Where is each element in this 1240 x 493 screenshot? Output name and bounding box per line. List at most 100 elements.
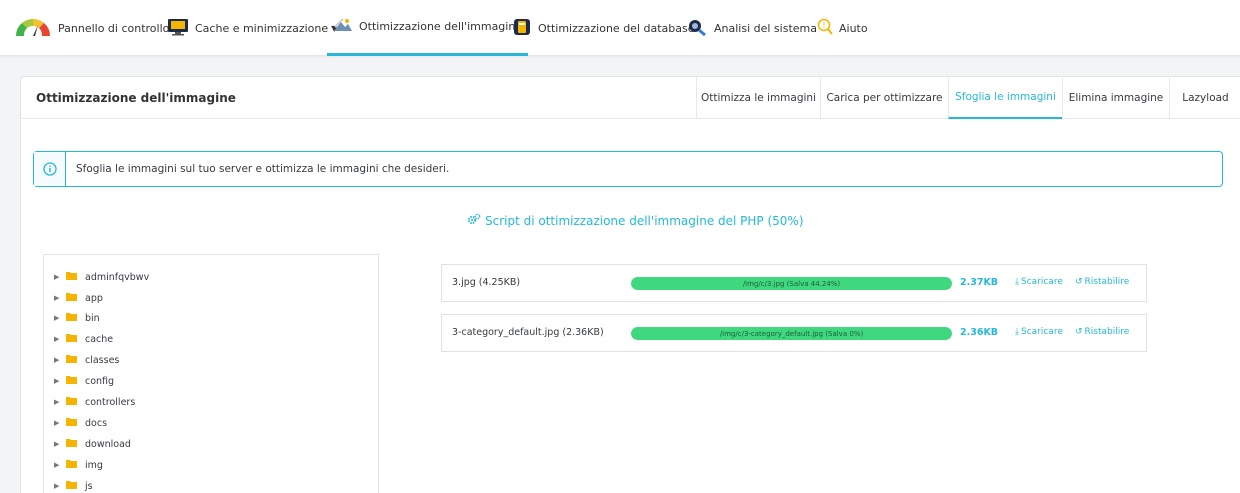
gears-icon — [467, 213, 481, 228]
caret-right-icon: ▶ — [54, 335, 60, 343]
folder-icon — [66, 396, 77, 408]
folder-label: js — [85, 480, 93, 492]
progress-text: /img/c/3-category_default.jpg (Salva 0%) — [719, 329, 864, 338]
folder-item[interactable]: ▶ controllers — [54, 395, 135, 409]
restore-button[interactable]: ↺ Ristabilire — [1075, 277, 1129, 287]
folder-label: config — [85, 375, 115, 387]
caret-right-icon: ▶ — [54, 482, 60, 490]
nav-label: Analisi del sistema — [714, 21, 817, 35]
download-button[interactable]: ⤓ Scaricare — [1015, 277, 1063, 287]
folder-item[interactable]: ▶ config — [54, 374, 114, 388]
tab-lazyload[interactable]: Lazyload — [1169, 77, 1240, 119]
progress-text: /img/c/3.jpg (Salva 44.24%) — [742, 279, 841, 288]
gauge-icon — [14, 17, 52, 40]
tab-optimize-images[interactable]: Ottimizza le immagini — [696, 77, 820, 119]
download-button[interactable]: ⤓ Scaricare — [1015, 327, 1063, 337]
download-icon: ⤓ — [1015, 277, 1019, 287]
folder-item[interactable]: ▶ img — [54, 458, 103, 472]
folder-icon — [66, 271, 77, 283]
download-icon: ⤓ — [1015, 327, 1019, 337]
php-script-link[interactable]: Script di ottimizzazione dell'immagine d… — [467, 213, 804, 228]
page-title: Ottimizzazione dell'immagine — [36, 91, 236, 105]
folder-item[interactable]: ▶ app — [54, 291, 103, 305]
caret-right-icon: ▶ — [54, 356, 60, 364]
folder-label: bin — [85, 312, 100, 324]
image-name: 3-category_default.jpg (2.36KB) — [452, 327, 604, 338]
optimized-size: 2.36KB — [960, 327, 999, 338]
main-panel: Ottimizzazione dell'immagine Ottimizza l… — [20, 76, 1240, 493]
folder-label: adminfqvbwv — [85, 271, 150, 283]
restore-label: Ristabilire — [1084, 277, 1130, 287]
nav-item-dashboard[interactable]: Pannello di controllo — [14, 0, 169, 56]
folder-label: download — [85, 438, 131, 450]
top-navigation: Pannello di controllo Cache e minimizzaz… — [0, 0, 1240, 56]
folder-icon — [66, 292, 77, 304]
folder-label: cache — [85, 333, 114, 345]
tab-upload-to-optimize[interactable]: Carica per ottimizzare — [820, 77, 948, 119]
nav-label: Cache e minimizzazione — [195, 21, 329, 35]
info-icon — [34, 152, 66, 186]
database-icon — [512, 17, 532, 40]
caret-right-icon: ▶ — [54, 294, 60, 302]
undo-icon: ↺ — [1075, 327, 1083, 337]
nav-label: Aiuto — [839, 21, 868, 35]
optimization-progress-bar: /img/c/3-category_default.jpg (Salva 0%) — [631, 327, 952, 340]
optimization-progress-bar: /img/c/3.jpg (Salva 44.24%) — [631, 277, 952, 290]
progress-fill: /img/c/3-category_default.jpg (Salva 0%) — [631, 327, 952, 340]
folder-item[interactable]: ▶ adminfqvbwv — [54, 270, 149, 284]
caret-right-icon: ▶ — [54, 419, 60, 427]
restore-label: Ristabilire — [1084, 327, 1130, 337]
folder-icon — [66, 417, 77, 429]
folder-label: controllers — [85, 396, 136, 408]
folder-item[interactable]: ▶ js — [54, 479, 93, 493]
folder-icon — [66, 480, 77, 492]
optimized-size: 2.37KB — [960, 277, 999, 288]
caret-right-icon: ▶ — [54, 440, 60, 448]
folder-icon — [66, 312, 77, 324]
folder-icon — [66, 459, 77, 471]
nav-label: Ottimizzazione dell'immagine — [359, 20, 523, 33]
nav-item-help[interactable]: ! Aiuto — [817, 0, 868, 56]
folder-icon — [66, 333, 77, 345]
caret-right-icon: ▶ — [54, 273, 60, 281]
folder-item[interactable]: ▶ download — [54, 437, 131, 451]
nav-item-system-analysis[interactable]: Analisi del sistema — [686, 0, 817, 56]
folder-icon — [66, 354, 77, 366]
folder-label: classes — [85, 354, 120, 366]
php-script-link-label: Script di ottimizzazione dell'immagine d… — [485, 213, 804, 228]
nav-item-image-optimization[interactable]: Ottimizzazione dell'immagine — [327, 0, 529, 56]
caret-right-icon: ▶ — [54, 398, 60, 406]
folder-label: docs — [85, 417, 108, 429]
folder-item[interactable]: ▶ classes — [54, 353, 119, 367]
folder-item[interactable]: ▶ bin — [54, 311, 100, 325]
svg-text:!: ! — [822, 21, 825, 30]
info-text: Sfoglia le immagini sul tuo server e ott… — [76, 163, 450, 175]
nav-label: Ottimizzazione del database — [538, 21, 695, 35]
image-optimize-icon — [333, 17, 353, 36]
progress-fill: /img/c/3.jpg (Salva 44.24%) — [631, 277, 952, 290]
image-row: 3-category_default.jpg (2.36KB) /img/c/3… — [441, 314, 1147, 352]
folder-item[interactable]: ▶ cache — [54, 332, 113, 346]
restore-button[interactable]: ↺ Ristabilire — [1075, 327, 1129, 337]
nav-item-cache[interactable]: Cache e minimizzazione ▼ — [167, 0, 337, 56]
image-row: 3.jpg (4.25KB) /img/c/3.jpg (Salva 44.24… — [441, 264, 1147, 302]
folder-icon — [66, 375, 77, 387]
folder-label: app — [85, 292, 103, 304]
download-label: Scaricare — [1020, 327, 1063, 337]
folder-icon — [66, 438, 77, 450]
tab-browse-images[interactable]: Sfoglia le immagini — [948, 77, 1062, 119]
download-label: Scaricare — [1020, 277, 1063, 287]
info-alert: Sfoglia le immagini sul tuo server e ott… — [33, 151, 1223, 187]
folder-label: img — [85, 459, 103, 471]
folder-item[interactable]: ▶ docs — [54, 416, 107, 430]
nav-label: Pannello di controllo — [58, 21, 170, 35]
caret-right-icon: ▶ — [54, 377, 60, 385]
undo-icon: ↺ — [1075, 277, 1083, 287]
nav-item-database[interactable]: Ottimizzazione del database — [512, 0, 695, 56]
monitor-icon — [167, 18, 189, 39]
help-icon: ! — [817, 18, 833, 39]
tab-delete-image[interactable]: Elimina immagine — [1062, 77, 1169, 119]
system-analysis-icon — [686, 18, 708, 39]
caret-right-icon: ▶ — [54, 461, 60, 469]
caret-right-icon: ▶ — [54, 314, 60, 322]
